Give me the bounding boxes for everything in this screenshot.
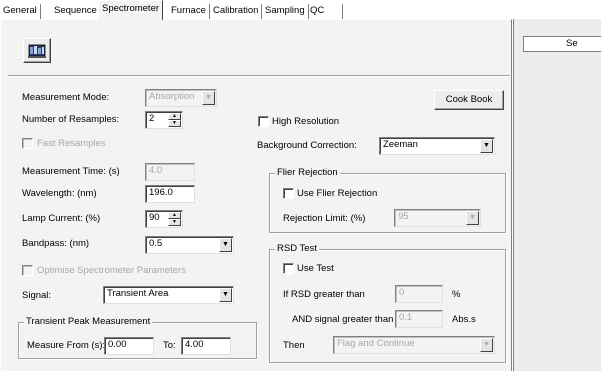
tab-spectrometer[interactable]: Spectrometer — [98, 0, 164, 20]
measurement-mode-select: Absorption ▼ — [145, 89, 217, 107]
tab-calibration[interactable]: Calibration — [210, 4, 263, 19]
resamples-label: Number of Resamples: — [22, 114, 120, 125]
use-flier-rejection-checkbox[interactable] — [283, 188, 294, 199]
signal-label: Signal: — [22, 290, 52, 301]
chevron-down-icon: ▼ — [202, 91, 215, 105]
measurement-time-label: Measurement Time: (s) — [22, 166, 120, 177]
signal-greater-value: 0.1 — [399, 312, 413, 323]
use-flier-rejection-label: Use Flier Rejection — [297, 188, 378, 199]
measurement-time-field: 4.0 — [145, 163, 195, 181]
bandpass-select[interactable]: 0.5 ▼ — [145, 236, 234, 254]
rsd-percent-unit: % — [452, 289, 461, 300]
measurement-mode-value: Absorption — [149, 91, 195, 102]
rejection-limit-select: 95 ▼ — [394, 209, 481, 227]
rejection-limit-value: 95 — [398, 211, 409, 222]
high-resolution-label: High Resolution — [272, 116, 340, 127]
measure-to-value: 4.00 — [185, 339, 204, 350]
then-action-select: Flag and Continue ▼ — [333, 336, 495, 354]
flier-rejection-title: Flier Rejection — [275, 167, 340, 179]
resamples-value: 2 — [149, 113, 155, 124]
wavelength-value: 196.0 — [149, 187, 173, 198]
spectrometer-icon-button[interactable] — [23, 38, 51, 63]
tab-general[interactable]: General — [0, 4, 41, 19]
signal-value: Transient Area — [107, 288, 169, 299]
rejection-limit-label: Rejection Limit: (%) — [283, 213, 366, 224]
chevron-down-icon: ▼ — [466, 211, 479, 225]
tab-sequence[interactable]: Sequence — [51, 4, 101, 19]
lamp-current-value: 90 — [149, 212, 160, 223]
use-test-label: Use Test — [297, 263, 334, 274]
rsd-greater-value: 0 — [399, 287, 405, 298]
wavelength-label: Wavelength: (nm) — [22, 188, 97, 199]
tab-furnace[interactable]: Furnace — [168, 4, 210, 19]
signal-greater-label: AND signal greater than — [292, 314, 394, 325]
high-resolution-checkbox[interactable] — [258, 116, 269, 127]
lamp-current-stepper[interactable]: 90 ▲ ▼ — [145, 210, 183, 228]
right-panel-header: Se — [523, 36, 601, 52]
measurement-mode-label: Measurement Mode: — [22, 92, 110, 103]
chevron-down-icon: ▼ — [480, 338, 493, 352]
measure-to-field[interactable]: 4.00 — [181, 337, 231, 355]
measure-from-value: 0.00 — [108, 339, 127, 350]
tab-sampling[interactable]: Sampling — [262, 4, 309, 19]
chevron-down-icon[interactable]: ▼ — [219, 288, 232, 302]
use-test-checkbox[interactable] — [283, 263, 294, 274]
bandpass-value: 0.5 — [149, 238, 163, 249]
rsd-greater-label: If RSD greater than — [283, 289, 365, 300]
fast-resamples-checkbox — [22, 138, 33, 149]
signal-greater-field: 0.1 — [395, 310, 443, 328]
wavelength-field[interactable]: 196.0 — [145, 185, 195, 203]
spectrometer-icon — [28, 44, 46, 58]
tab-strip: General Sequence Spectrometer Furnace Ca… — [0, 0, 601, 20]
toolbar-separator — [8, 75, 510, 77]
resamples-stepper[interactable]: 2 ▲ ▼ — [145, 111, 183, 129]
bandpass-label: Bandpass: (nm) — [22, 238, 90, 249]
transient-peak-title: Transient Peak Measurement — [24, 316, 153, 328]
then-action-value: Flag and Continue — [337, 338, 415, 349]
measurement-time-value: 4.0 — [149, 165, 163, 176]
right-panel — [513, 19, 601, 371]
optimise-label: Optimise Spectrometer Parameters — [37, 265, 186, 276]
signal-unit: Abs.s — [452, 314, 476, 325]
background-correction-select[interactable]: Zeeman ▼ — [379, 137, 495, 155]
tab-qc[interactable]: QC — [307, 4, 343, 19]
chevron-down-icon[interactable]: ▼ — [480, 139, 493, 153]
measure-to-label: To: — [163, 340, 176, 351]
measure-from-label: Measure From (s): — [27, 340, 106, 351]
background-correction-label: Background Correction: — [257, 140, 357, 151]
optimise-checkbox — [22, 265, 33, 276]
measure-from-field[interactable]: 0.00 — [104, 337, 154, 355]
spin-arrows-icon[interactable]: ▲ ▼ — [168, 212, 181, 226]
chevron-down-icon[interactable]: ▼ — [219, 238, 232, 252]
rsd-greater-field: 0 — [395, 285, 443, 303]
signal-select[interactable]: Transient Area ▼ — [103, 286, 234, 304]
spin-arrows-icon[interactable]: ▲ ▼ — [168, 113, 181, 127]
then-label: Then — [283, 340, 305, 351]
lamp-current-label: Lamp Current: (%) — [22, 213, 101, 224]
rsd-test-title: RSD Test — [275, 243, 319, 255]
background-correction-value: Zeeman — [383, 139, 418, 150]
fast-resamples-label: Fast Resamples — [37, 138, 106, 149]
cook-book-button[interactable]: Cook Book — [434, 90, 504, 110]
